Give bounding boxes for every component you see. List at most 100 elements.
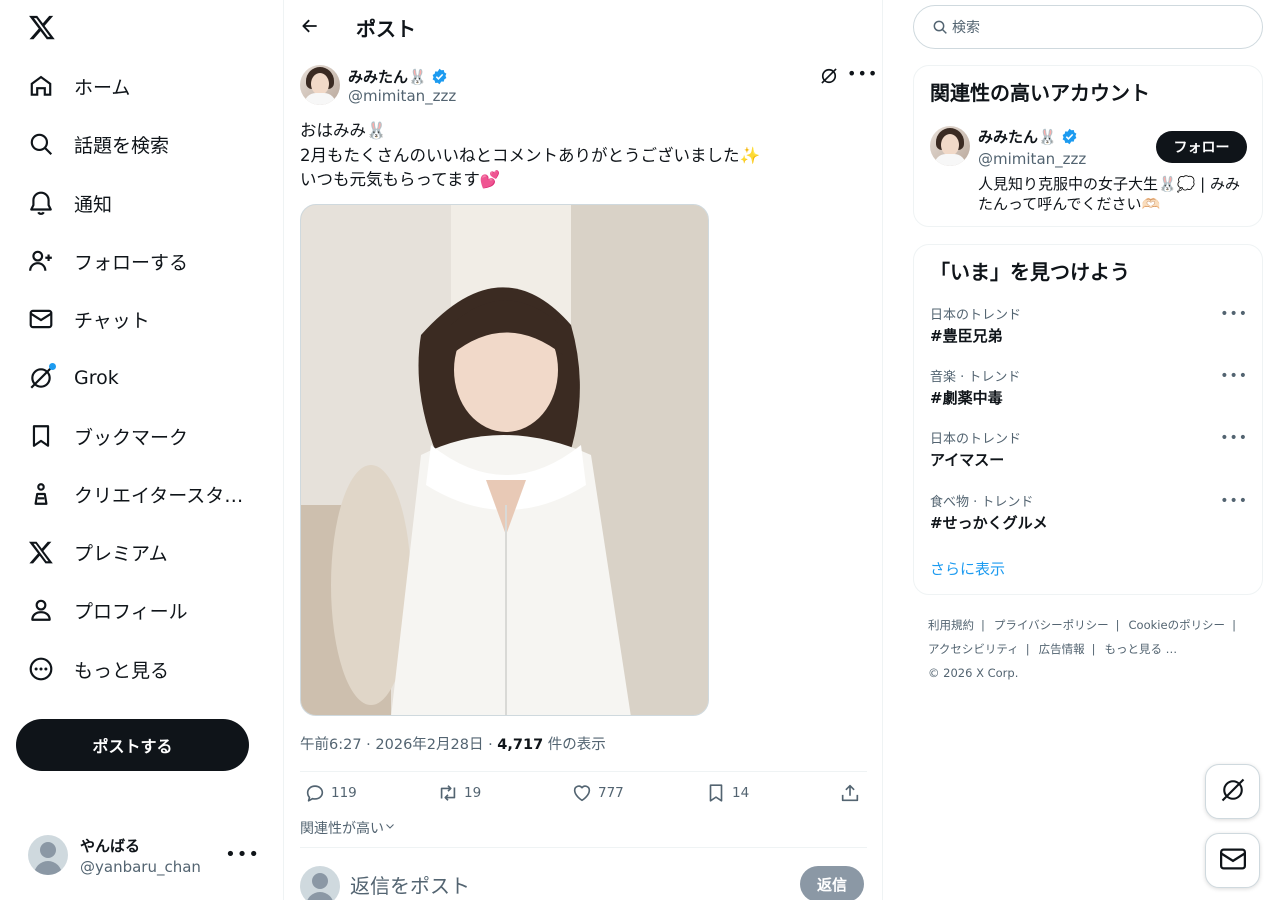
tweet-line: 2月もたくさんのいいねとコメントありがとうございました✨ (300, 145, 761, 165)
more-dots-icon[interactable]: ••• (225, 844, 260, 865)
footer-link-accessibility[interactable]: アクセシビリティ (928, 637, 1019, 661)
person-plus-icon (28, 248, 54, 274)
trend-name: #劇薬中毒 (930, 389, 1003, 407)
tweet-actions: 119 19 777 14 (300, 782, 867, 808)
share-icon (839, 782, 861, 804)
card-title: 「いま」を見つけよう (930, 260, 1130, 284)
nav-item-creator-studio[interactable]: クリエイタースタ… (16, 469, 255, 519)
related-handle[interactable]: @mimitan_zzz (978, 150, 1086, 168)
related-name-row[interactable]: みみたん🐰 (978, 126, 1078, 147)
x-logo-icon[interactable] (28, 13, 56, 41)
more-dots-icon[interactable]: ••• (847, 64, 878, 83)
reply-sort-dropdown[interactable]: 関連性が高い (300, 818, 396, 838)
search-input[interactable]: 検索 (913, 5, 1263, 49)
main-column: ポスト みみたん🐰 @mimitan_zzz ••• おはみみ🐰 2月もたくさん… (284, 0, 883, 900)
more-dots-icon[interactable]: ••• (1220, 306, 1248, 322)
nav-item-notifications[interactable]: 通知 (16, 178, 124, 228)
nav-item-bookmarks[interactable]: ブックマーク (16, 411, 200, 461)
verified-badge-icon (431, 68, 448, 85)
follow-button[interactable]: フォロー (1156, 131, 1247, 163)
tweet-text: おはみみ🐰 2月もたくさんのいいねとコメントありがとうございました✨ いつも元気… (300, 119, 860, 193)
sort-label: 関連性が高い (300, 821, 384, 837)
mail-icon (28, 306, 54, 332)
more-dots-icon[interactable]: ••• (1220, 368, 1248, 384)
trend-item[interactable]: 食べ物 · トレンド #せっかくグルメ ••• (930, 491, 1248, 541)
notification-dot (49, 363, 56, 370)
mail-icon (1218, 844, 1248, 878)
more-dots-icon[interactable]: ••• (1220, 493, 1248, 509)
share-button[interactable] (839, 782, 861, 804)
tweet-time[interactable]: 午前6:27 · 2026年2月28日 · (300, 737, 497, 753)
trend-name: アイマスー (930, 451, 1005, 469)
footer-link-more[interactable]: もっと見る … (1104, 637, 1177, 661)
home-icon (28, 73, 54, 99)
reply-button[interactable]: 119 (304, 782, 357, 804)
reply-input[interactable]: 返信をポスト (350, 870, 470, 899)
tweet-photo[interactable] (300, 204, 709, 716)
back-arrow-icon[interactable] (300, 16, 320, 36)
bookmark-button[interactable]: 14 (705, 782, 749, 804)
footer-link-privacy[interactable]: プライバシーポリシー (994, 613, 1109, 637)
account-handle: @yanbaru_chan (80, 857, 201, 876)
related-bio: 人見知り克服中の女子大生🐰💭 | みみたんって呼んでください🫶🏻 (978, 175, 1240, 213)
related-avatar[interactable] (930, 126, 970, 166)
nav-item-profile[interactable]: プロフィール (16, 585, 200, 635)
trend-item[interactable]: 音楽 · トレンド #劇薬中毒 ••• (930, 366, 1248, 416)
nav-label: フォローする (74, 251, 189, 274)
like-button[interactable]: 777 (571, 782, 624, 804)
verified-badge-icon (1061, 128, 1078, 145)
page-title: ポスト (356, 17, 416, 41)
nav-label: ブックマーク (74, 426, 189, 449)
nav-label: チャット (74, 309, 150, 332)
bookmark-count: 14 (732, 785, 750, 801)
nav-item-grok[interactable]: Grok (16, 353, 131, 403)
more-dots-icon[interactable]: ••• (1220, 430, 1248, 446)
trend-item[interactable]: 日本のトレンド #豊臣兄弟 ••• (930, 304, 1248, 354)
grok-floating-button[interactable] (1205, 764, 1260, 819)
x-premium-icon (28, 539, 54, 565)
creator-studio-icon (28, 481, 54, 507)
nav-label: Grok (74, 367, 119, 389)
footer-links: 利用規約 | プライバシーポリシー | Cookieのポリシー | アクセシビリティ | 広告… (928, 613, 1258, 685)
repost-button[interactable]: 19 (437, 782, 481, 804)
nav-label: 通知 (74, 193, 113, 216)
tweet-line: おはみみ🐰 (300, 121, 387, 140)
trend-item[interactable]: 日本のトレンド アイマスー ••• (930, 428, 1248, 478)
show-more-link[interactable]: さらに表示 (930, 558, 1005, 579)
footer-link-terms[interactable]: 利用規約 (928, 613, 974, 637)
grok-icon[interactable] (819, 66, 839, 86)
footer-link-ads[interactable]: 広告情報 (1039, 637, 1085, 661)
account-name: やんばる (80, 836, 141, 855)
related-accounts-card: 関連性の高いアカウント みみたん🐰 @mimitan_zzz フォロー 人見知り… (913, 65, 1263, 227)
nav-label: クリエイタースタ… (74, 484, 244, 507)
reply-icon (304, 782, 326, 804)
heart-icon (571, 782, 593, 804)
person-icon (28, 597, 54, 623)
author-avatar[interactable] (300, 65, 340, 105)
divider (300, 771, 867, 772)
trends-card: 「いま」を見つけよう 日本のトレンド #豊臣兄弟 ••• 音楽 · トレンド #… (913, 244, 1263, 595)
author-handle[interactable]: @mimitan_zzz (348, 87, 456, 105)
nav-item-explore[interactable]: 話題を検索 (16, 119, 181, 169)
grok-icon (1219, 776, 1247, 808)
nav-label: もっと見る (74, 659, 170, 682)
author-name-row[interactable]: みみたん🐰 (348, 66, 448, 87)
nav-item-more[interactable]: もっと見る (16, 644, 181, 694)
bell-icon (28, 190, 54, 216)
view-count: 4,717 (497, 737, 544, 753)
reply-submit-button[interactable]: 返信 (800, 866, 864, 900)
footer-link-cookie[interactable]: Cookieのポリシー (1129, 613, 1226, 637)
nav-item-premium[interactable]: プレミアム (16, 527, 180, 577)
search-placeholder: 検索 (952, 20, 980, 36)
nav-label: ホーム (74, 76, 131, 99)
tweet-meta: 午前6:27 · 2026年2月28日 · 4,717 件の表示 (300, 733, 606, 754)
trend-name: #豊臣兄弟 (930, 327, 1003, 345)
messages-floating-button[interactable] (1205, 833, 1260, 888)
trend-name: #せっかくグルメ (930, 514, 1048, 532)
nav-item-follow[interactable]: フォローする (16, 236, 200, 286)
search-icon (932, 19, 948, 35)
nav-item-chat[interactable]: チャット (16, 294, 162, 344)
post-button[interactable]: ポストする (16, 719, 249, 771)
nav-item-home[interactable]: ホーム (16, 61, 142, 111)
account-switcher[interactable]: やんばる @yanbaru_chan ••• (16, 826, 272, 884)
